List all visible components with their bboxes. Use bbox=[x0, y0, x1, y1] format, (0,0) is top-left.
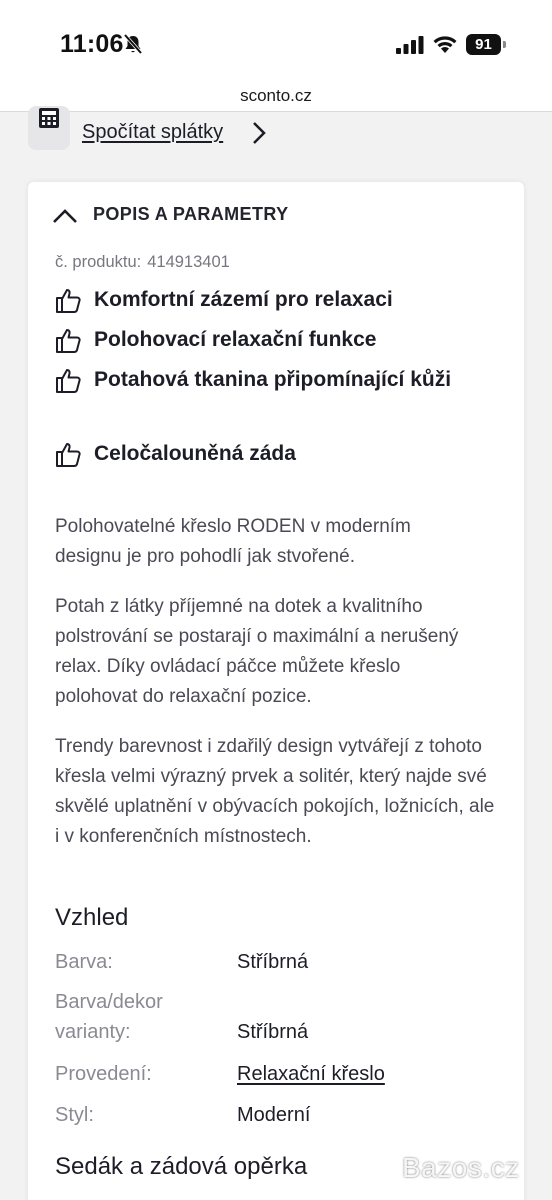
section-header-toggle[interactable]: POPIS A PARAMETRY bbox=[52, 204, 492, 230]
product-code-label: č. produktu: bbox=[55, 253, 142, 271]
battery-indicator: 91 bbox=[466, 34, 506, 56]
url-text: sconto.cz bbox=[240, 86, 312, 105]
watermark-text: Bazos.cz bbox=[402, 1152, 520, 1183]
thumbs-up-icon bbox=[56, 369, 81, 393]
param-value: Moderní bbox=[237, 1104, 311, 1126]
thumbs-up-icon bbox=[56, 329, 81, 353]
thumbs-up-icon bbox=[56, 289, 81, 313]
seat-heading: Sedák a zádová opěrka bbox=[55, 1153, 308, 1180]
bazos-logo-icon bbox=[356, 1153, 394, 1187]
battery-level: 91 bbox=[466, 34, 501, 55]
description-paragraph: Trendy barevnost i zdařilý design vytvář… bbox=[55, 736, 495, 847]
status-time: 11:06 bbox=[60, 30, 124, 58]
description-paragraph: Potah z látky příjemné na dotek a kvalit… bbox=[55, 596, 459, 707]
param-label: Barva: bbox=[55, 951, 113, 973]
cellular-signal-icon bbox=[396, 36, 424, 54]
chevron-up-icon[interactable] bbox=[52, 208, 78, 224]
wifi-icon bbox=[433, 36, 457, 53]
param-label: Provedení: bbox=[55, 1063, 152, 1085]
status-bar: 11:06 91 bbox=[0, 0, 552, 80]
variant-link[interactable]: Relaxační křeslo bbox=[237, 1059, 385, 1089]
param-label: Styl: bbox=[55, 1104, 94, 1126]
calculator-icon-box bbox=[28, 106, 70, 150]
product-code-value: 414913401 bbox=[147, 253, 230, 271]
bell-muted-icon bbox=[123, 33, 143, 55]
param-label: Barva/dekor varianty: bbox=[55, 991, 163, 1043]
feature-text: Potahová tkanina připomínající kůži bbox=[94, 368, 452, 391]
calculate-installments-link[interactable]: Spočítat splátky bbox=[82, 121, 223, 144]
watermark: Bazos.cz bbox=[354, 1148, 544, 1192]
battery-tip bbox=[503, 41, 506, 48]
feature-text: Polohovací relaxační funkce bbox=[94, 328, 377, 351]
page: 11:06 91 sconto.cz Spočítat splátky POPI… bbox=[0, 0, 552, 1200]
description-paragraph: Polohovatelné křeslo RODEN v moderním de… bbox=[55, 516, 411, 567]
product-code: č. produktu: 414913401 bbox=[55, 253, 230, 272]
param-value: Stříbrná bbox=[237, 1021, 309, 1043]
thumbs-up-icon bbox=[56, 443, 81, 467]
calculator-icon bbox=[39, 108, 59, 128]
installment-row: Spočítat splátky bbox=[0, 106, 552, 164]
param-value: Stříbrná bbox=[237, 951, 309, 973]
browser-url-bar[interactable]: sconto.cz bbox=[0, 80, 552, 112]
chevron-right-icon[interactable] bbox=[251, 121, 267, 145]
feature-text: Komfortní zázemí pro relaxaci bbox=[94, 288, 393, 311]
appearance-heading: Vzhled bbox=[55, 904, 129, 931]
section-title: POPIS A PARAMETRY bbox=[93, 204, 289, 224]
feature-text: Celočalouněná záda bbox=[94, 442, 296, 465]
